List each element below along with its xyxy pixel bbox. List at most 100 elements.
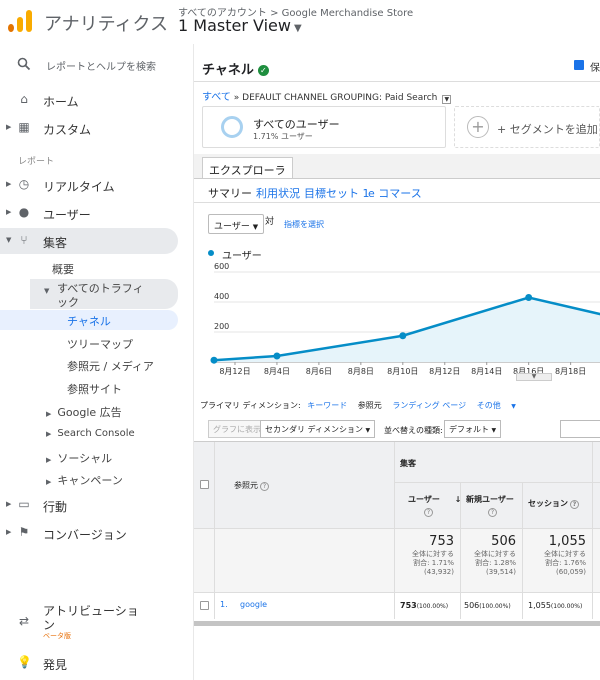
crumb-all-link[interactable]: すべて — [202, 92, 231, 103]
sidebar-item-realtime[interactable]: ▶ ◷ リアルタイム — [0, 172, 178, 198]
help-icon[interactable]: ? — [260, 482, 269, 491]
expand-arrow-icon: ▶ — [46, 410, 52, 418]
sidebar-item-conversions[interactable]: ▶ ⚑ コンバージョン — [0, 520, 178, 546]
data-table: 参照元? 集客 ユーザー ↓ ? 新規ユーザー ? セッション? 753 全体に… — [194, 441, 600, 621]
top-header: アナリティクス すべてのアカウント > Google Merchandise S… — [0, 0, 600, 44]
caret-down-icon: ▼ — [293, 23, 302, 34]
help-icon[interactable]: ? — [488, 508, 497, 517]
caret-down-icon: ▼ — [365, 427, 371, 434]
series-area — [214, 297, 600, 362]
divider — [194, 178, 600, 179]
note-line: 割合: 1.76% — [545, 559, 586, 567]
subtab-usage[interactable]: 利用状況 — [256, 185, 300, 201]
dimension-other[interactable]: その他 ▼ — [477, 401, 524, 410]
sidebar: レポートとヘルプを検索 ⌂ ホーム ▶ ▦ カスタム レポート ▶ ◷ リアルタ… — [0, 44, 194, 680]
caret-down-icon: ▼ — [491, 427, 497, 434]
column-divider — [522, 482, 523, 619]
dimension-keyword[interactable]: キーワード — [307, 401, 347, 410]
column-header-sessions[interactable]: セッション? — [528, 498, 579, 509]
sidebar-sub-all-traffic[interactable]: ▼ すべてのトラフィ ック — [30, 279, 178, 309]
tab-explorer[interactable]: エクスプローラ — [202, 157, 293, 179]
channel-breadcrumb: すべて » DEFAULT CHANNEL GROUPING: Paid Sea… — [202, 88, 452, 104]
sidebar-sub-overview[interactable]: 概要 — [52, 261, 74, 277]
sidebar-item-audience[interactable]: ▶ ● ユーザー — [0, 200, 178, 226]
dimension-landing-page[interactable]: ランディング ページ — [392, 401, 466, 410]
sidebar-item-home[interactable]: ⌂ ホーム — [0, 87, 178, 113]
sidebar-item-custom[interactable]: ▶ ▦ カスタム — [0, 115, 178, 141]
pick-metric-link[interactable]: 指標を選択 — [284, 219, 324, 230]
data-point — [210, 356, 218, 364]
add-segment-label: + セグメントを追加 — [497, 123, 598, 136]
row-divider — [194, 528, 600, 529]
row-new-users-value: 506 — [464, 601, 480, 610]
row-users-pct: (100.00%) — [416, 603, 449, 610]
search-icon — [17, 57, 31, 71]
column-header-users[interactable]: ユーザー ↓ — [408, 494, 461, 505]
sidebar-sub-label: Search Console — [57, 428, 135, 439]
x-tick-label: 8月4日 — [264, 367, 290, 376]
sidebar-sub-search-console[interactable]: ▶ Search Console — [46, 428, 135, 439]
crumb-path: DEFAULT CHANNEL GROUPING: Paid Search — [242, 93, 438, 103]
note-line: 全体に対する — [412, 550, 454, 558]
row-checkbox[interactable] — [200, 601, 209, 610]
primary-dimension-label: プライマリ ディメンション: — [200, 401, 301, 410]
subtab-goal-set-1[interactable]: 目標セット 1 — [304, 185, 370, 201]
column-header-source[interactable]: 参照元? — [234, 480, 269, 491]
chart-scroll-handle[interactable]: ▼ — [516, 373, 552, 381]
save-button[interactable]: 保 — [590, 59, 600, 74]
sort-type-select[interactable]: デフォルト ▼ — [444, 420, 502, 438]
expand-arrow-icon: ▶ — [6, 500, 12, 508]
secondary-dimension-select[interactable]: セカンダリ ディメンション ▼ — [260, 420, 376, 438]
sidebar-sub-label: キャンペーン — [57, 474, 123, 487]
sidebar-sub-social[interactable]: ▶ ソーシャル — [46, 450, 112, 466]
sidebar-sub-label: Google 広告 — [57, 406, 122, 419]
plus-icon: + — [467, 116, 489, 138]
reports-section-label: レポート — [18, 157, 55, 167]
row-new-users: 506(100.00%) — [464, 601, 511, 610]
attribution-icon: ⇄ — [18, 614, 30, 628]
plot-rows-button[interactable]: グラフに表示 — [208, 420, 266, 438]
add-segment-card[interactable]: + + セグメントを追加 — [454, 106, 600, 148]
select-all-checkbox[interactable] — [200, 480, 209, 489]
total-new-users-note: 全体に対する 割合: 1.28% (39,514) — [462, 550, 516, 577]
sort-down-arrow-icon: ↓ — [454, 495, 462, 504]
sidebar-sub-label: ソーシャル — [57, 452, 113, 465]
crumb-dropdown-icon[interactable]: ▼ — [442, 95, 452, 104]
note-line: 全体に対する — [544, 550, 586, 558]
search-reports-input[interactable]: レポートとヘルプを検索 — [0, 52, 194, 76]
row-sessions-value: 1,055 — [528, 601, 551, 610]
sidebar-sub-channels[interactable]: チャネル — [0, 310, 178, 330]
page-title: チャネル ✓ — [202, 59, 269, 78]
view-title: 1 Master View — [178, 16, 291, 35]
group-header-acquisition: 集客 — [400, 459, 416, 468]
total-sessions-note: 全体に対する 割合: 1.76% (60,059) — [524, 550, 586, 577]
subtab-summary[interactable]: サマリー — [208, 185, 252, 201]
table-search-input[interactable] — [560, 420, 600, 438]
sidebar-item-behavior[interactable]: ▶ ▭ 行動 — [0, 492, 178, 518]
row-source-link[interactable]: google — [240, 600, 267, 609]
view-selector[interactable]: 1 Master View ▼ — [178, 16, 302, 35]
expand-arrow-icon: ▶ — [6, 528, 12, 536]
sidebar-sub-source-medium[interactable]: 参照元 / メディア — [67, 358, 154, 374]
sidebar-item-label: 発見 — [43, 658, 68, 672]
metric-select[interactable]: ユーザー ▼ — [208, 214, 265, 234]
sidebar-sub-campaigns[interactable]: ▶ キャンペーン — [46, 472, 123, 488]
save-icon[interactable] — [574, 60, 584, 70]
lightbulb-icon: 💡 — [17, 655, 32, 669]
sidebar-sub-referrals[interactable]: 参照サイト — [67, 381, 122, 397]
sidebar-item-attribution[interactable]: ⇄ アトリビューショ ン ベータ版 — [0, 600, 178, 646]
sidebar-sub-treemap[interactable]: ツリーマップ — [67, 336, 133, 352]
horizontal-scrollbar[interactable] — [194, 621, 600, 626]
collapse-arrow-icon: ▼ — [6, 236, 12, 244]
dimension-source[interactable]: 参照元 — [358, 401, 382, 410]
sidebar-item-acquisition[interactable]: ▼ ⑂ 集客 — [0, 228, 178, 254]
column-header-new-users[interactable]: 新規ユーザー — [466, 494, 514, 505]
help-icon[interactable]: ? — [424, 508, 433, 517]
help-icon[interactable]: ? — [570, 500, 579, 509]
sidebar-item-discover[interactable]: 💡 発見 — [0, 650, 178, 676]
sidebar-sub-google-ads[interactable]: ▶ Google 広告 — [46, 404, 122, 420]
caret-down-icon: ▼ — [252, 223, 259, 231]
segment-all-users[interactable]: すべてのユーザー 1.71% ユーザー — [202, 106, 446, 148]
sort-type-label: 並べ替えの種類: — [384, 426, 443, 435]
subtab-ecommerce[interactable]: e コマース — [368, 185, 422, 201]
